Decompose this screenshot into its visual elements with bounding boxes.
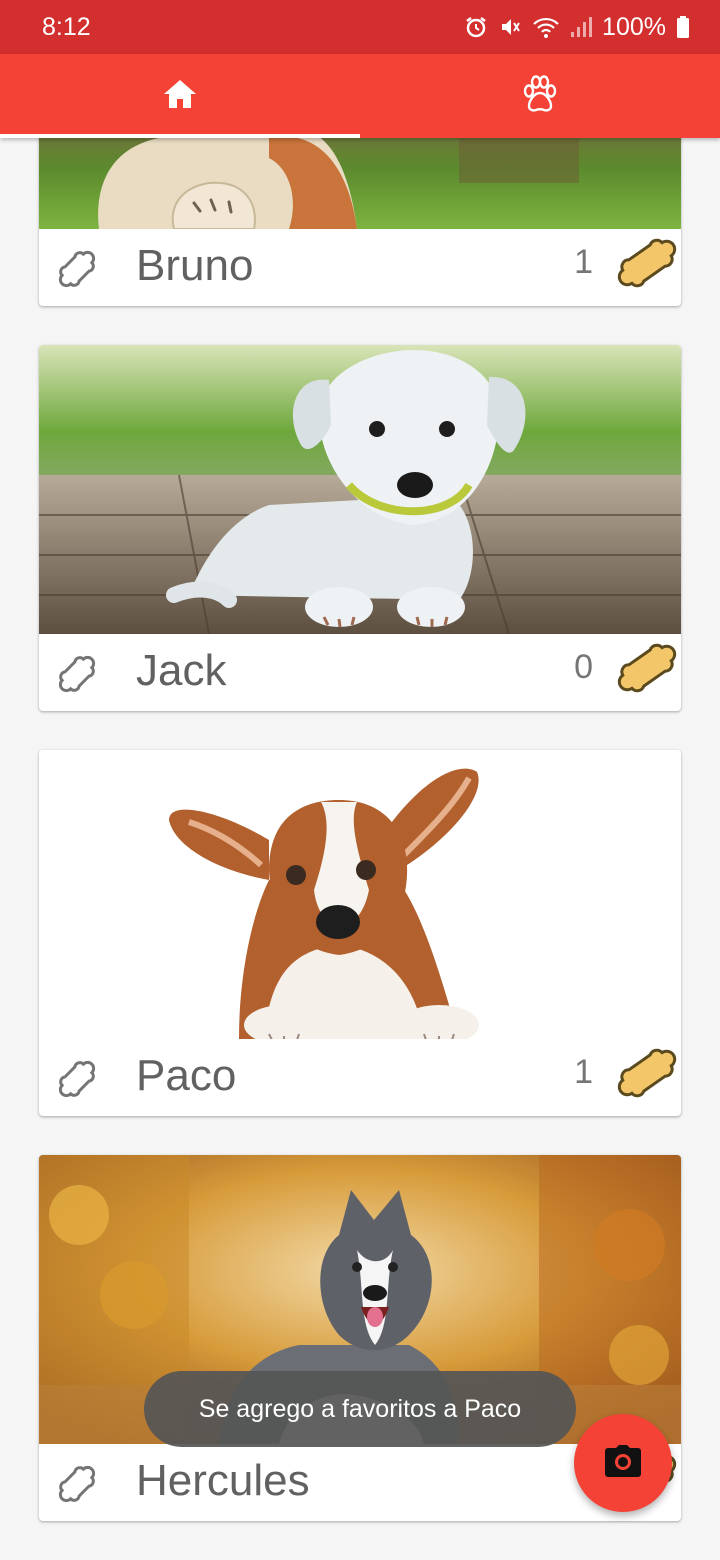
tab-bar	[0, 54, 720, 138]
pet-name: Bruno	[136, 241, 254, 290]
status-time: 8:12	[42, 12, 91, 41]
camera-icon	[604, 1444, 642, 1483]
photo-jack[interactable]	[39, 345, 681, 634]
pet-name: Jack	[136, 646, 227, 695]
like-count: 1	[574, 243, 593, 281]
like-count: 0	[574, 648, 593, 686]
tab-favorites[interactable]	[360, 54, 720, 138]
status-bar: 8:12 100%	[0, 0, 720, 54]
bone-outline-icon[interactable]	[55, 247, 99, 291]
tab-selected-indicator	[0, 134, 360, 138]
pet-name: Hercules	[136, 1456, 310, 1505]
battery-icon	[676, 15, 690, 39]
card-footer: Jack 0	[39, 634, 681, 711]
wifi-icon	[532, 15, 560, 39]
bone-icon	[615, 1045, 679, 1101]
signal-icon	[570, 15, 593, 39]
bone-icon	[615, 640, 679, 696]
mute-icon	[498, 15, 522, 39]
pet-card: Paco 1	[39, 750, 681, 1116]
photo-bruno[interactable]	[39, 138, 681, 229]
home-icon	[162, 77, 198, 116]
camera-fab-button[interactable]	[574, 1414, 672, 1512]
bone-outline-icon[interactable]	[55, 1057, 99, 1101]
bone-outline-icon[interactable]	[55, 652, 99, 696]
paw-icon	[521, 74, 559, 119]
pet-name: Paco	[136, 1051, 237, 1100]
pet-feed[interactable]: Bruno 1 Jack 0 Paco 1 Hercules	[0, 138, 720, 1560]
status-icons: 100%	[464, 13, 690, 42]
alarm-icon	[464, 15, 488, 39]
card-footer: Paco 1	[39, 1039, 681, 1116]
battery-percent: 100%	[602, 12, 666, 41]
pet-card: Jack 0	[39, 345, 681, 711]
tab-home[interactable]	[0, 54, 360, 138]
pet-card: Bruno 1	[39, 138, 681, 306]
bone-icon	[615, 235, 679, 291]
bone-outline-icon[interactable]	[55, 1462, 99, 1506]
like-count: 1	[574, 1053, 593, 1091]
toast-message: Se agrego a favoritos a Paco	[144, 1371, 576, 1447]
card-footer: Bruno 1	[39, 229, 681, 306]
app-screen: 8:12 100% Bruno 1 Jack 0 Paco 1 Hercules…	[0, 0, 720, 1560]
photo-paco[interactable]	[39, 750, 681, 1039]
